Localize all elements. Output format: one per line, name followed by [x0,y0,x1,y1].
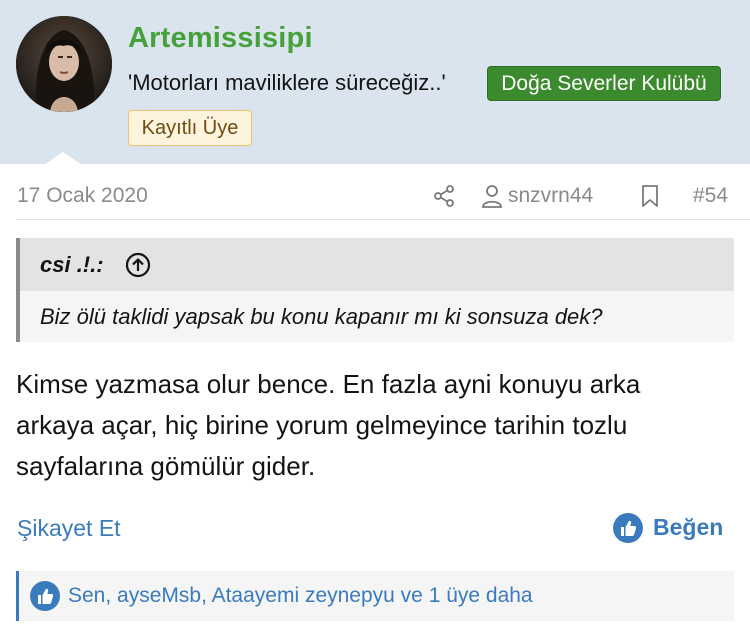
avatar-image [16,16,112,112]
post-body-line: arkaya açar, hiç birine yorum gelmeyince… [16,410,628,440]
post-number[interactable]: #54 [693,184,728,208]
thumbs-up-icon [613,513,643,543]
post-body: Kimse yazmasa olur bence. En fazla ayni … [16,364,740,487]
quote-author[interactable]: csi .!.: [40,252,104,278]
bookmark-icon[interactable] [640,184,660,208]
club-badge: Doğa Severler Kulübü [487,66,721,101]
arrow-up-circle-icon[interactable] [125,252,151,278]
user-icon [481,184,503,208]
user-title: 'Motorları maviliklere süreceğiz..' [128,70,446,95]
username[interactable]: Artemissisipi [128,22,313,55]
reactions-bar[interactable]: Sen, ayseMsb, Ataayemi zeynepyu ve 1 üye… [16,571,734,621]
post-date[interactable]: 17 Ocak 2020 [17,184,148,208]
report-link[interactable]: Şikayet Et [17,515,121,542]
quote-header: csi .!.: [20,238,734,291]
divider [16,219,750,220]
like-button[interactable]: Beğen [613,512,733,544]
post-body-line: Kimse yazmasa olur bence. En fazla ayni … [16,369,641,399]
quote-text: Biz ölü taklidi yapsak bu konu kapanır m… [40,304,603,329]
member-badge: Kayıtlı Üye [128,110,252,146]
avatar[interactable] [16,16,112,112]
share-icon[interactable] [432,184,456,208]
user-header: Artemissisipi 'Motorları maviliklere sür… [0,0,750,165]
reactions-text[interactable]: Sen, ayseMsb, Ataayemi zeynepyu ve 1 üye… [68,584,533,608]
like-label: Beğen [653,514,724,540]
thumbs-up-icon [30,581,60,611]
post-body-line: sayfalarına gömülür gider. [16,451,316,481]
post-author-link[interactable]: snzvrn44 [508,184,593,208]
quote-block: csi .!.: Biz ölü taklidi yapsak bu konu … [16,238,734,342]
header-pointer [44,152,82,165]
